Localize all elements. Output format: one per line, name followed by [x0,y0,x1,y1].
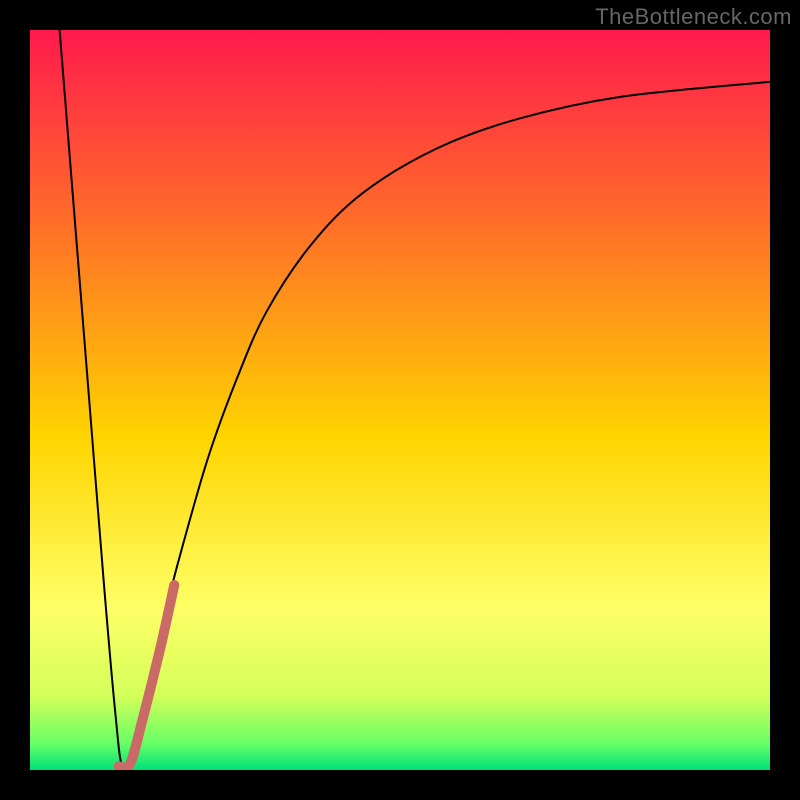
watermark-text: TheBottleneck.com [595,4,792,30]
chart-frame: TheBottleneck.com [0,0,800,800]
gradient-background [30,30,770,770]
plot-area [30,30,770,770]
bottleneck-chart [30,30,770,770]
